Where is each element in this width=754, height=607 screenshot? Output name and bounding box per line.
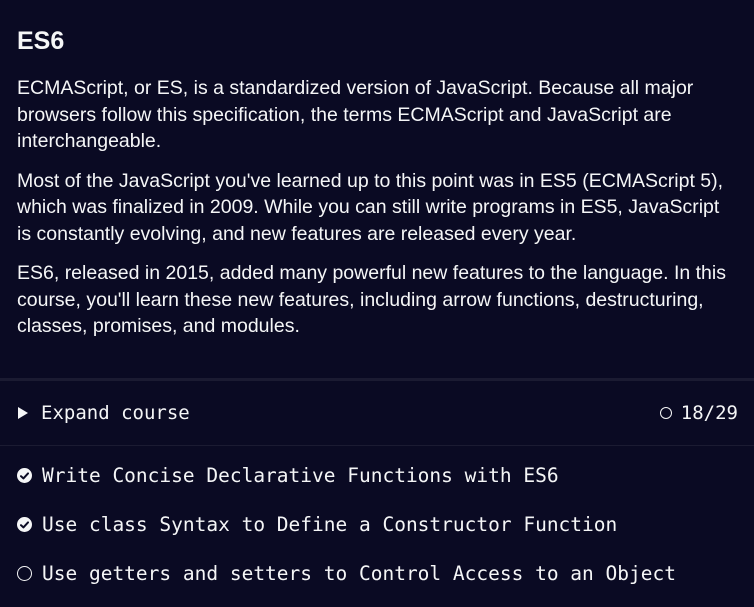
circle-outline-icon <box>659 407 672 419</box>
intro-paragraph: Most of the JavaScript you've learned up… <box>17 169 724 245</box>
triangle-right-icon <box>18 407 28 419</box>
check-circle-icon <box>17 468 32 483</box>
lesson-item[interactable]: Write Concise Declarative Functions with… <box>0 451 754 500</box>
course-progress: 18/29 <box>659 402 738 424</box>
lesson-item[interactable]: Use class Syntax to Define a Constructor… <box>0 500 754 549</box>
course-block: ES6 ECMAScript, or ES, is a standardized… <box>0 0 754 607</box>
progress-count: 18/29 <box>680 402 738 424</box>
lesson-label: Use getters and setters to Control Acces… <box>42 562 676 585</box>
lesson-list: Write Concise Declarative Functions with… <box>0 446 754 598</box>
intro-paragraph: ECMAScript, or ES, is a standardized ver… <box>17 77 694 152</box>
expand-course-button[interactable]: Expand course 18/29 <box>0 381 754 445</box>
expand-course-left: Expand course <box>18 402 190 424</box>
course-title: ES6 <box>17 27 65 55</box>
expand-course-label: Expand course <box>41 402 190 424</box>
lesson-label: Use class Syntax to Define a Constructor… <box>42 513 618 536</box>
intro-paragraph: ES6, released in 2015, added many powerf… <box>17 262 726 337</box>
course-intro: ES6 ECMAScript, or ES, is a standardized… <box>0 0 754 378</box>
check-circle-icon <box>17 517 32 532</box>
lesson-item[interactable]: Use getters and setters to Control Acces… <box>0 549 754 598</box>
circle-outline-icon <box>17 566 32 581</box>
lesson-label: Write Concise Declarative Functions with… <box>42 464 559 487</box>
